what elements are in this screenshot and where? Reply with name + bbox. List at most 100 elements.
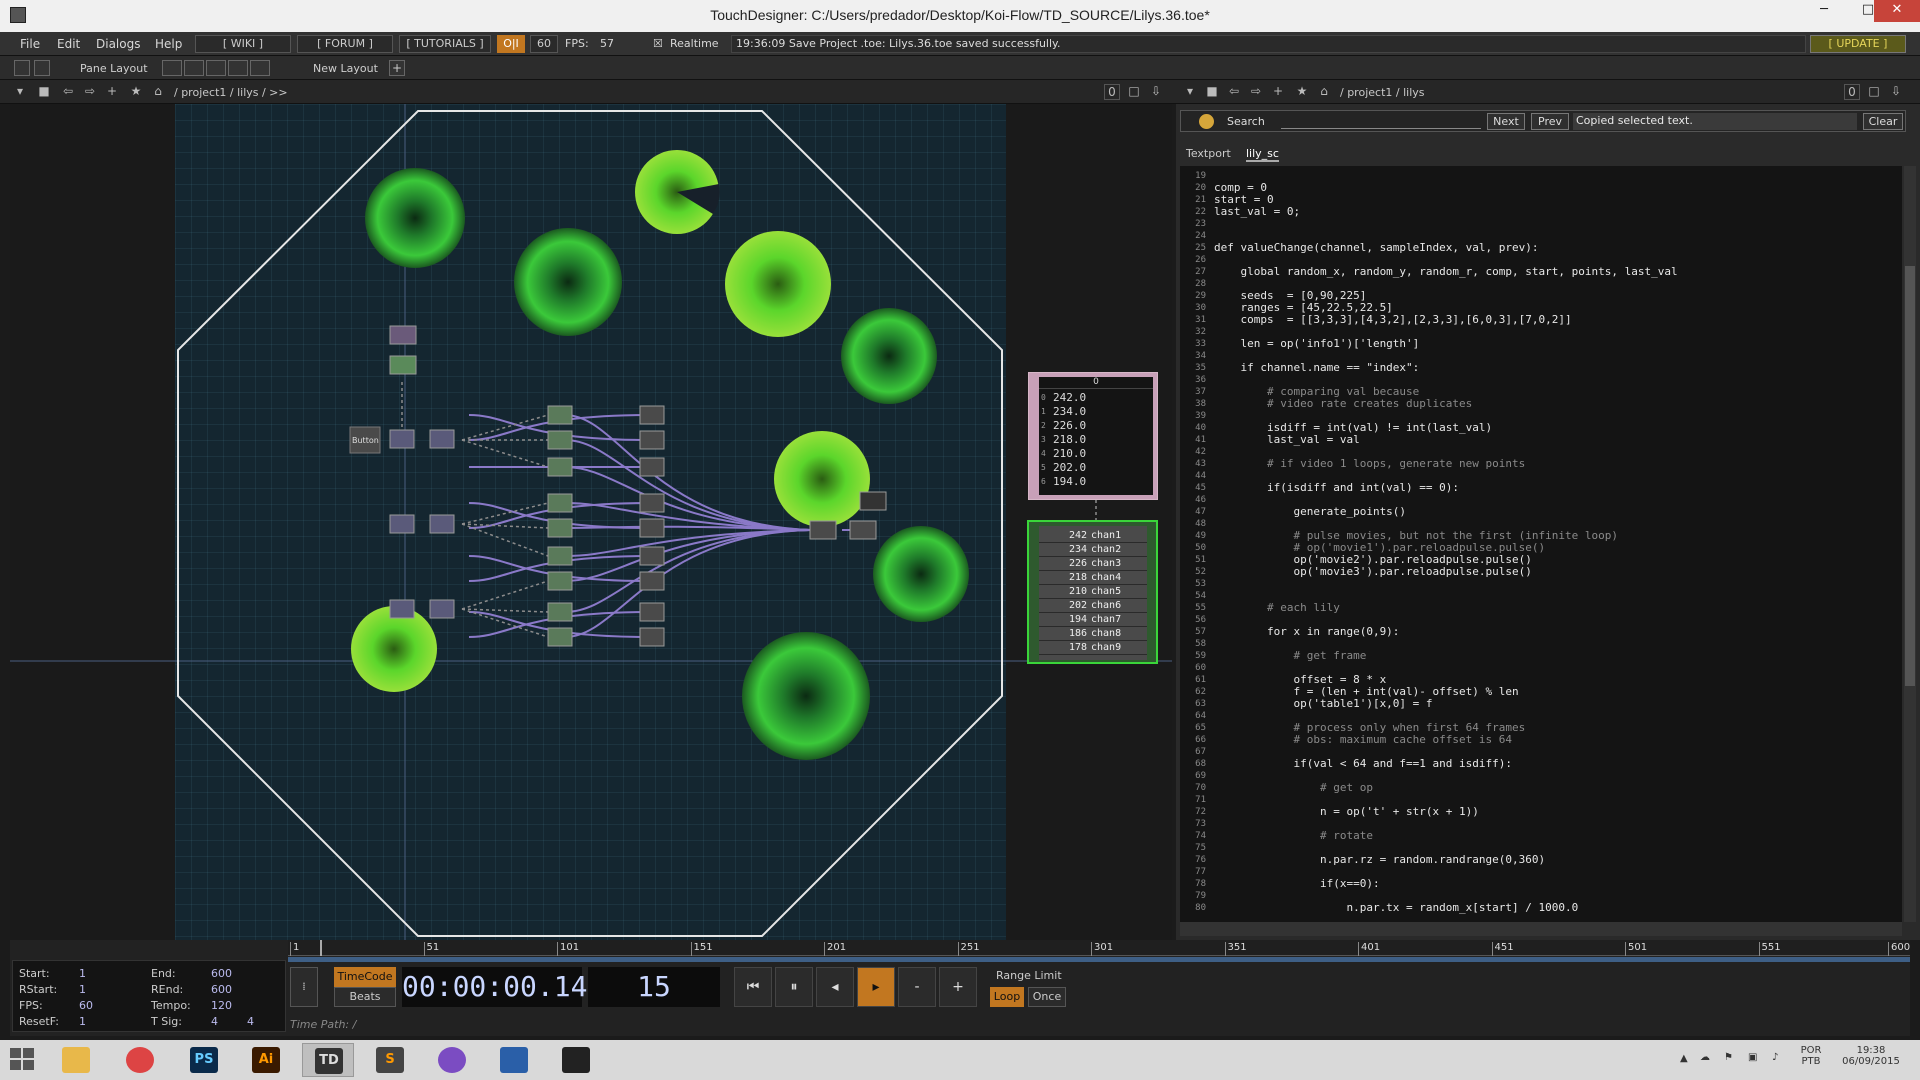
pane-menu-icon[interactable]: ⇩ (1888, 84, 1904, 100)
timecode-display[interactable]: 00:00:00.14 (402, 967, 587, 1007)
illustrator-icon[interactable]: Ai (240, 1043, 292, 1077)
home-icon[interactable]: ⌂ (150, 84, 166, 100)
code-line[interactable]: 63 op('table1')[x,0] = f (1180, 698, 1900, 710)
pane-menu-icon[interactable]: ⇩ (1148, 84, 1164, 100)
operator-node[interactable] (639, 546, 665, 566)
file-explorer-icon[interactable] (50, 1043, 102, 1077)
add-icon[interactable]: + (1270, 84, 1286, 100)
code-line[interactable]: 20 comp = 0 (1180, 182, 1900, 194)
code-line[interactable]: 57 for x in range(0,9): (1180, 626, 1900, 638)
fps-setting-value[interactable]: 60 (79, 999, 93, 1012)
operator-node[interactable] (547, 602, 573, 622)
operator-node[interactable] (389, 514, 415, 534)
forum-button[interactable]: [ FORUM ] (297, 35, 393, 53)
chrome-icon[interactable] (114, 1043, 166, 1077)
operator-node[interactable] (639, 430, 665, 450)
operator-node[interactable] (859, 491, 887, 511)
scrollbar-thumb[interactable] (1905, 266, 1915, 686)
tab-textport[interactable]: Textport (1186, 147, 1231, 160)
window-icon[interactable]: □ (1866, 84, 1882, 100)
home-icon[interactable]: ⌂ (1316, 84, 1332, 100)
operator-node[interactable] (547, 571, 573, 591)
code-line[interactable]: 33 len = op('info1')['length'] (1180, 338, 1900, 350)
clear-button[interactable]: Clear (1863, 113, 1903, 130)
tutorials-button[interactable]: [ TUTORIALS ] (399, 35, 491, 53)
pane-split-icon[interactable] (14, 60, 30, 76)
code-line[interactable]: 23 (1180, 218, 1900, 230)
photoshop-icon[interactable]: PS (178, 1043, 230, 1077)
playhead[interactable] (320, 940, 322, 956)
code-line[interactable]: 74 # rotate (1180, 830, 1900, 842)
operator-node[interactable] (389, 429, 415, 449)
language-indicator[interactable]: POR PTB (1796, 1045, 1826, 1067)
chevron-down-icon[interactable]: ▾ (12, 84, 28, 100)
operator-node[interactable] (639, 457, 665, 477)
code-line[interactable]: 38 # video rate creates duplicates (1180, 398, 1900, 410)
operator-node[interactable] (389, 325, 417, 345)
frame-display[interactable]: 15 (588, 967, 720, 1007)
sublime-text-icon[interactable]: S (364, 1043, 416, 1077)
layout-five-icon[interactable] (250, 60, 270, 76)
back-icon[interactable]: ⇦ (1226, 84, 1242, 100)
pause-icon[interactable]: ⏸ (775, 967, 813, 1007)
github-icon[interactable] (426, 1043, 478, 1077)
beats-toggle[interactable]: Beats (334, 987, 396, 1007)
code-line[interactable]: 47 generate_points() (1180, 506, 1900, 518)
star-icon[interactable]: ★ (1294, 84, 1310, 100)
minimize-button[interactable]: ─ (1802, 0, 1846, 22)
operator-node[interactable] (547, 546, 573, 566)
code-line[interactable]: 22 last_val = 0; (1180, 206, 1900, 218)
clock[interactable]: 19:38 06/09/2015 (1836, 1045, 1906, 1067)
realtime-checkbox-icon[interactable]: ☒ (653, 37, 663, 50)
power-toggle-button[interactable]: O|I (497, 35, 525, 53)
code-line[interactable]: 31 comps = [[3,3,3],[4,3,2],[2,3,3],[6,0… (1180, 314, 1900, 326)
layout-three-icon[interactable] (206, 60, 226, 76)
stop-icon[interactable]: ■ (36, 84, 52, 100)
range-bar[interactable] (288, 957, 1910, 962)
chevron-down-icon[interactable]: ▾ (1182, 84, 1198, 100)
tab-lily-sc[interactable]: lily_sc (1246, 147, 1279, 162)
code-line[interactable]: 19 (1180, 170, 1900, 182)
code-line[interactable]: 72 n = op('t' + str(x + 1)) (1180, 806, 1900, 818)
timeline-ruler[interactable]: 1 51 101 151 201 251 301 351 401 451 501 551 600 (288, 940, 1910, 956)
operator-node[interactable] (639, 602, 665, 622)
stop-icon[interactable]: ■ (1204, 84, 1220, 100)
code-line[interactable]: 66 # obs: maximum cache offset is 64 (1180, 734, 1900, 746)
operator-node[interactable] (639, 518, 665, 538)
operator-node[interactable] (429, 514, 455, 534)
operator-node[interactable] (809, 520, 837, 540)
code-line[interactable]: 41 last_val = val (1180, 434, 1900, 446)
code-line[interactable]: 80 n.par.tx = random_x[start] / 1000.0 (1180, 902, 1900, 914)
rewind-icon[interactable]: ⏮ (734, 967, 772, 1007)
operator-node[interactable] (639, 571, 665, 591)
menu-dialogs[interactable]: Dialogs (96, 37, 140, 51)
add-layout-icon[interactable]: + (389, 60, 405, 76)
textport-breadcrumb[interactable]: / project1 / lilys (1340, 86, 1425, 99)
tsig-denominator[interactable]: 4 (247, 1015, 254, 1028)
menu-file[interactable]: File (20, 37, 40, 51)
tsig-numerator[interactable]: 4 (211, 1015, 218, 1028)
wiki-button[interactable]: [ WIKI ] (195, 35, 291, 53)
network-canvas[interactable]: Button (10, 104, 1172, 940)
network-breadcrumb[interactable]: / project1 / lilys / >> (174, 86, 288, 99)
code-line[interactable]: 25 def valueChange(channel, sampleIndex, … (1180, 242, 1900, 254)
code-line[interactable]: 78 if(x==0): (1180, 878, 1900, 890)
operator-node[interactable] (547, 518, 573, 538)
search-input[interactable] (1281, 114, 1481, 129)
rend-value[interactable]: 600 (211, 983, 232, 996)
operator-node[interactable] (639, 627, 665, 647)
start-value[interactable]: 1 (79, 967, 86, 980)
tray-cloud-icon[interactable]: ☁ (1700, 1052, 1710, 1063)
layout-single-icon[interactable] (162, 60, 182, 76)
operator-node[interactable] (639, 405, 665, 425)
close-button[interactable]: ✕ (1874, 0, 1920, 22)
pane-link-icon[interactable] (34, 60, 50, 76)
step-minus-icon[interactable]: - (898, 967, 936, 1007)
forward-icon[interactable]: ⇨ (1248, 84, 1264, 100)
code-editor[interactable]: 19 20 comp = 0 21 start = 0 22 last_val = 0; 23… (1180, 166, 1902, 922)
windows-start-icon[interactable] (10, 1048, 36, 1072)
next-button[interactable]: Next (1487, 113, 1525, 130)
tray-flag-icon[interactable]: ⚑ (1724, 1052, 1733, 1063)
openframeworks-icon[interactable] (550, 1043, 602, 1077)
code-line[interactable]: 43 # if video 1 loops, generate new poin… (1180, 458, 1900, 470)
